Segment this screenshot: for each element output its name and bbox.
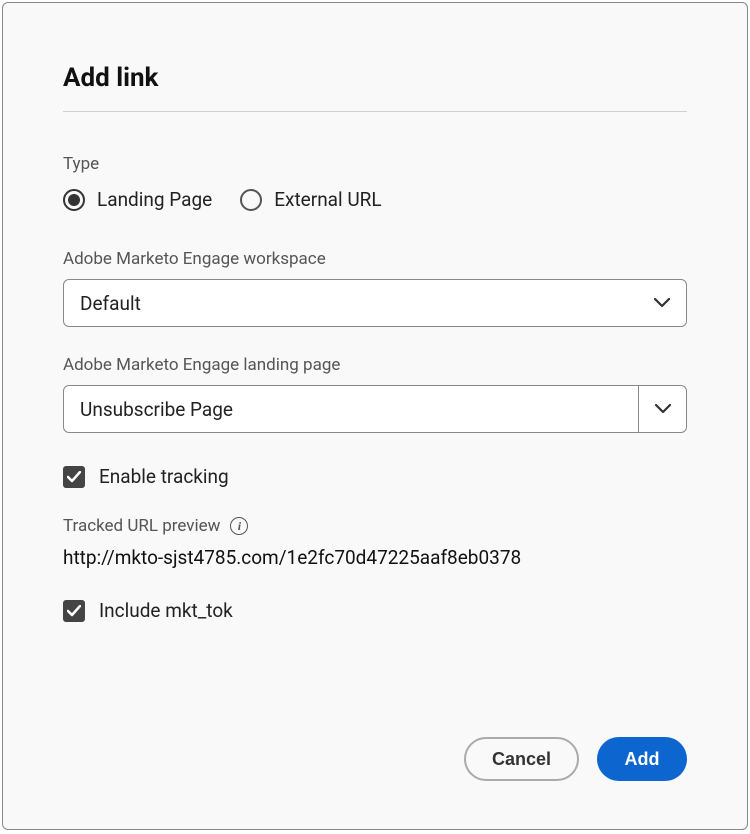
enable-tracking-row: Enable tracking [63, 465, 687, 488]
include-mkt-tok-checkbox[interactable] [63, 600, 85, 622]
check-icon [67, 471, 81, 483]
radio-landing-page[interactable]: Landing Page [63, 188, 212, 211]
workspace-label: Adobe Marketo Engage workspace [63, 249, 687, 269]
radio-unselected-icon [240, 189, 262, 211]
landing-page-label: Adobe Marketo Engage landing page [63, 355, 687, 375]
include-mkt-tok-label: Include mkt_tok [99, 599, 233, 622]
divider [63, 111, 687, 112]
dialog-footer: Cancel Add [464, 737, 687, 781]
check-icon [67, 605, 81, 617]
radio-external-url[interactable]: External URL [240, 188, 381, 211]
dialog-title: Add link [63, 63, 687, 93]
landing-page-value: Unsubscribe Page [80, 398, 233, 421]
landing-page-dropdown-button[interactable] [638, 386, 686, 432]
include-mkt-tok-row: Include mkt_tok [63, 599, 687, 622]
info-icon[interactable]: i [230, 517, 248, 535]
chevron-down-icon [655, 404, 671, 414]
cancel-button[interactable]: Cancel [464, 737, 579, 781]
enable-tracking-checkbox[interactable] [63, 466, 85, 488]
radio-landing-page-label: Landing Page [97, 188, 212, 211]
enable-tracking-label: Enable tracking [99, 465, 229, 488]
tracked-url-value: http://mkto-sjst4785.com/1e2fc70d47225aa… [63, 546, 687, 569]
add-link-dialog: Add link Type Landing Page External URL … [2, 2, 748, 830]
radio-external-url-label: External URL [274, 188, 381, 211]
tracked-url-label-row: Tracked URL preview i [63, 516, 687, 536]
landing-page-select[interactable]: Unsubscribe Page [63, 385, 687, 433]
type-label: Type [63, 154, 687, 174]
workspace-value: Default [80, 292, 141, 315]
type-radio-group: Landing Page External URL [63, 188, 687, 211]
add-button[interactable]: Add [597, 737, 687, 781]
workspace-select[interactable]: Default [63, 279, 687, 327]
radio-selected-icon [63, 189, 85, 211]
chevron-down-icon [654, 298, 670, 308]
tracked-url-label: Tracked URL preview [63, 516, 220, 536]
